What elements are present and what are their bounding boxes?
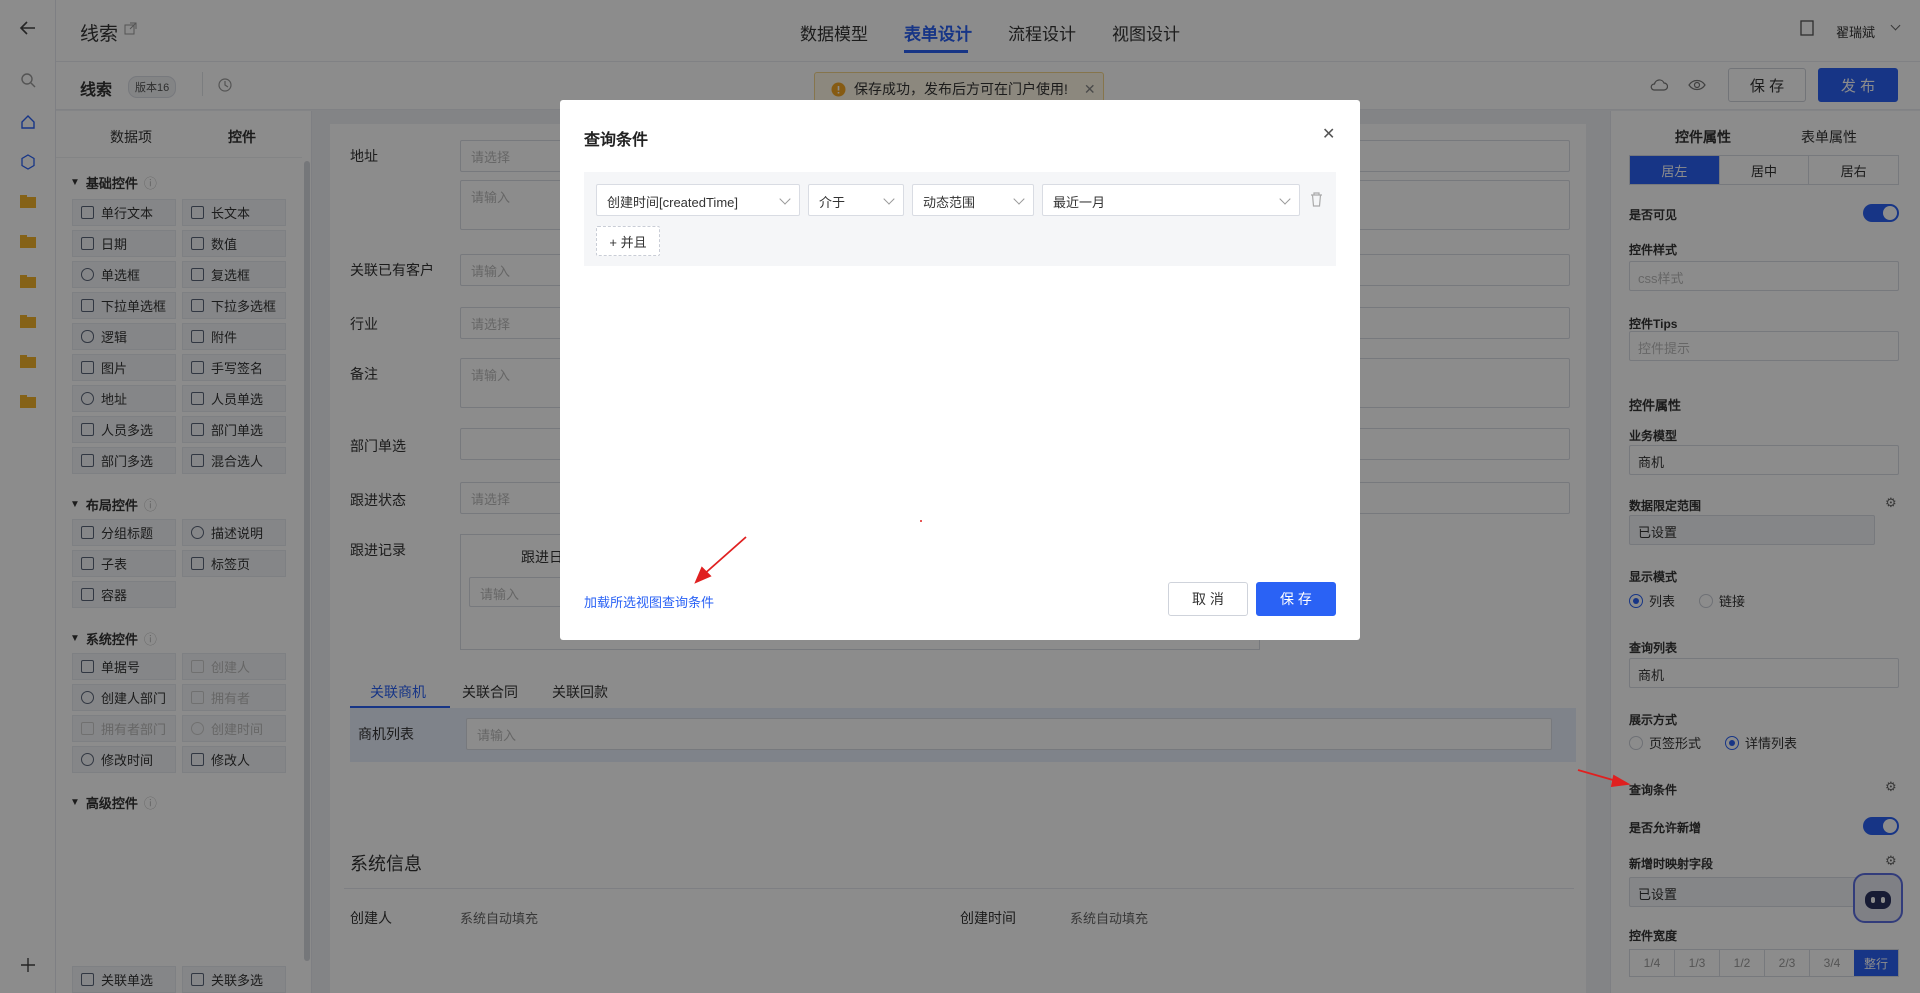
annotation-arrowhead	[1610, 774, 1631, 788]
annotation-dot	[920, 520, 922, 522]
annotation-arrow-line	[701, 536, 747, 577]
annotation-arrows	[694, 520, 1631, 788]
